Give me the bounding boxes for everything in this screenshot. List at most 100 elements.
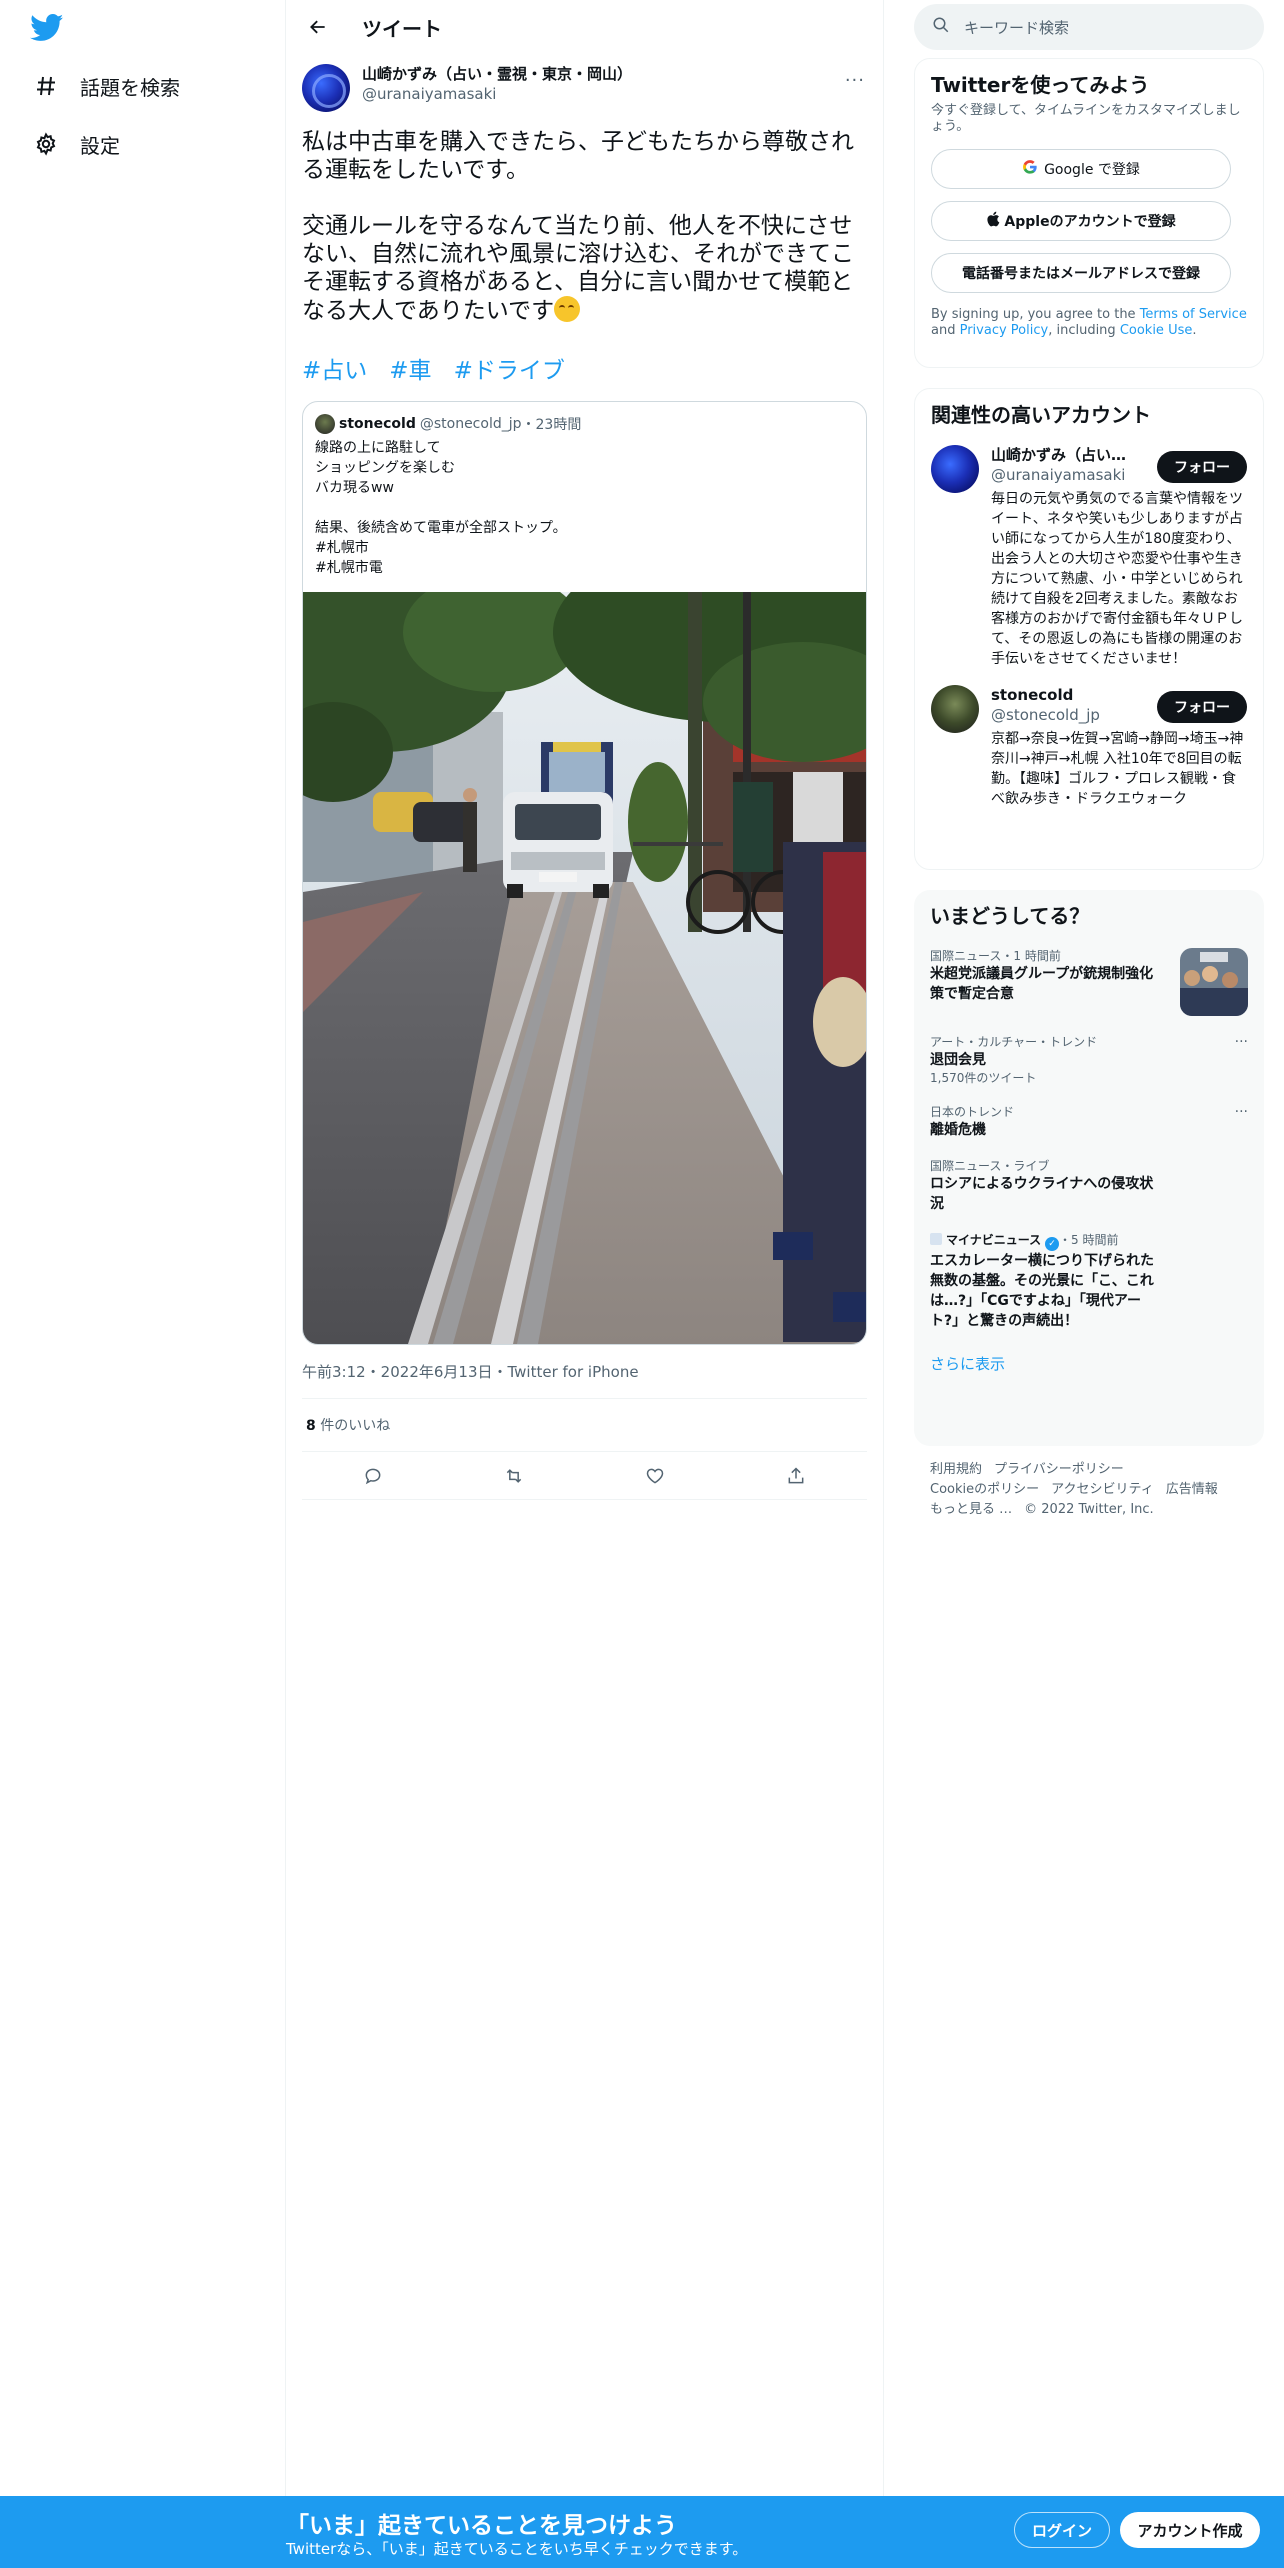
gear-icon bbox=[24, 132, 70, 156]
trend-tweet-count: 1,570件のツイート bbox=[930, 1071, 1037, 1085]
create-account-button[interactable]: アカウント作成 bbox=[1120, 2512, 1260, 2548]
legal-end: . bbox=[1192, 323, 1197, 338]
tweet-detail: 山崎かずみ（占い・霊視・東京・岡山） @uranaiyamasaki ··· 私… bbox=[286, 54, 883, 1500]
footer-link[interactable]: アクセシビリティ bbox=[1051, 1482, 1154, 1497]
page-header: ツイート bbox=[286, 0, 883, 54]
trend-title: エスカレーター横につり下げられた無数の基盤。その光景に「こ、これは…?」「CGで… bbox=[930, 1253, 1154, 1329]
avatar[interactable] bbox=[931, 445, 979, 493]
hashtag-link[interactable]: #ドライブ bbox=[454, 351, 565, 385]
terms-of-service-link[interactable]: Terms of Service bbox=[1140, 307, 1247, 322]
legal-prefix: By signing up, you agree to the bbox=[931, 307, 1140, 322]
show-more-link[interactable]: さらに表示 bbox=[930, 1353, 1248, 1374]
google-signup-button[interactable]: Google で登録 bbox=[931, 149, 1231, 189]
footer-link[interactable]: もっと見る … bbox=[930, 1502, 1012, 1517]
retweet-icon[interactable] bbox=[494, 1456, 534, 1496]
quoted-tweet[interactable]: stonecold @stonecold_jp ・23時間 線路の上に路駐して … bbox=[302, 401, 867, 1345]
reply-icon[interactable] bbox=[353, 1456, 393, 1496]
bottom-bar-subtitle: Twitterなら、「いま」起きていることをいち早くチェックできます。 bbox=[286, 2540, 748, 2558]
copyright: © 2022 Twitter, Inc. bbox=[1024, 1502, 1154, 1517]
related-account[interactable]: 山崎かずみ（占い・霊視・東京・岡山） @uranaiyamasaki 毎日の元気… bbox=[931, 445, 1247, 669]
signup-title: Twitterを使ってみよう bbox=[931, 73, 1150, 97]
related-account[interactable]: stonecold @stonecold_jp 京都→奈良→佐賀→宮崎→静岡→埼… bbox=[931, 685, 1247, 809]
related-account-name[interactable]: stonecold bbox=[991, 685, 1141, 705]
news-source-logo-icon bbox=[930, 1233, 942, 1245]
footer-link[interactable]: Cookieのポリシー bbox=[930, 1482, 1039, 1497]
hashtag-list: #占い #車 #ドライブ bbox=[302, 351, 867, 385]
signup-subtitle: 今すぐ登録して、タイムラインをカスタマイズしましょう。 bbox=[931, 103, 1241, 134]
phone-email-signup-button[interactable]: 電話番号またはメールアドレスで登録 bbox=[931, 253, 1231, 293]
hashtag-icon bbox=[24, 74, 70, 98]
trend-item[interactable]: アート・カルチャー・トレンド 退団会見 1,570件のツイート ··· bbox=[930, 1034, 1248, 1086]
nav-explore-label: 話題を検索 bbox=[80, 75, 180, 100]
main-column: ツイート 山崎かずみ（占い・霊視・東京・岡山） @uranaiyamasaki … bbox=[286, 0, 884, 2568]
signup-prompt-bar: 「いま」起きていることを見つけよう Twitterなら、「いま」起きていることを… bbox=[0, 2496, 1284, 2568]
trend-context: マイナビニュース ✓ ・5 時間前 bbox=[930, 1232, 1248, 1251]
trends-title: いまどうしてる？ bbox=[930, 904, 1090, 928]
trend-context: 日本のトレンド bbox=[930, 1105, 1015, 1119]
related-account-name[interactable]: 山崎かずみ（占い・霊視・東京・岡山） bbox=[991, 445, 1141, 465]
search-input[interactable]: キーワード検索 bbox=[914, 4, 1264, 50]
signup-card: Twitterを使ってみよう 今すぐ登録して、タイムラインをカスタマイズしましょ… bbox=[914, 58, 1264, 368]
quote-photo[interactable] bbox=[303, 592, 866, 1344]
back-arrow-icon[interactable] bbox=[300, 9, 336, 45]
footer-link[interactable]: 広告情報 bbox=[1166, 1482, 1218, 1497]
trend-context: 国際ニュース・ライブ bbox=[930, 1159, 1050, 1173]
smiling-face-emoji-icon bbox=[554, 296, 581, 322]
trend-item[interactable]: マイナビニュース ✓ ・5 時間前 エスカレーター横につり下げられた無数の基盤。そ… bbox=[930, 1232, 1248, 1331]
related-account-bio: 毎日の元気や勇気のでる言葉や情報をツイート、ネタや笑いも少しありますが占い師にな… bbox=[991, 491, 1243, 667]
tweet-text-p1: 私は中古車を購入できたら、子どもたちから尊敬される運転をしたいです。 bbox=[302, 129, 854, 183]
author-name[interactable]: 山崎かずみ（占い・霊視・東京・岡山） bbox=[362, 64, 632, 84]
avatar[interactable] bbox=[302, 64, 350, 112]
cookie-use-link[interactable]: Cookie Use bbox=[1120, 323, 1193, 338]
trend-source-name: マイナビニュース bbox=[946, 1233, 1042, 1247]
related-accounts-card: 関連性の高いアカウント 山崎かずみ（占い・霊視・東京・岡山） @uranaiya… bbox=[914, 388, 1264, 870]
page-title: ツイート bbox=[362, 16, 442, 41]
footer-link[interactable]: プライバシーポリシー bbox=[994, 1462, 1124, 1477]
footer-links: 利用規約 プライバシーポリシー Cookieのポリシー アクセシビリティ 広告情報 も… bbox=[930, 1460, 1260, 1520]
follow-button[interactable]: フォロー bbox=[1157, 451, 1247, 483]
apple-signup-button[interactable]: Appleのアカウントで登録 bbox=[931, 201, 1231, 241]
nav-settings-label: 設定 bbox=[80, 133, 120, 158]
twitter-logo-icon[interactable] bbox=[30, 14, 66, 44]
privacy-policy-link[interactable]: Privacy Policy bbox=[960, 323, 1049, 338]
quote-text: 線路の上に路駐して ショッピングを楽しむ バカ現るww 結果、後続含めて電車が全… bbox=[315, 440, 567, 576]
tweet-actions bbox=[302, 1452, 867, 1500]
more-options-icon[interactable]: ··· bbox=[845, 70, 865, 91]
quote-author-handle: @stonecold_jp bbox=[419, 416, 522, 432]
bottom-bar-title: 「いま」起きていることを見つけよう bbox=[286, 2513, 677, 2539]
login-button[interactable]: ログイン bbox=[1014, 2512, 1110, 2548]
trend-source-time: ・5 時間前 bbox=[1059, 1233, 1119, 1247]
follow-button[interactable]: フォロー bbox=[1157, 691, 1247, 723]
like-heart-icon[interactable] bbox=[635, 1456, 675, 1496]
tweet-author: 山崎かずみ（占い・霊視・東京・岡山） @uranaiyamasaki bbox=[302, 64, 867, 112]
trend-title: ロシアによるウクライナへの侵攻状況 bbox=[930, 1176, 1154, 1212]
trend-title: 離婚危機 bbox=[930, 1122, 986, 1138]
trend-item[interactable]: 日本のトレンド 離婚危機 ··· bbox=[930, 1104, 1248, 1140]
trend-context: アート・カルチャー・トレンド bbox=[930, 1035, 1098, 1049]
likes-count[interactable]: 8 件のいいね bbox=[302, 1399, 867, 1452]
phone-email-signup-label: 電話番号またはメールアドレスで登録 bbox=[962, 266, 1200, 282]
share-icon[interactable] bbox=[776, 1456, 816, 1496]
trend-item[interactable]: 国際ニュース・ライブ ロシアによるウクライナへの侵攻状況 bbox=[930, 1158, 1248, 1214]
google-logo-icon bbox=[1022, 159, 1038, 179]
related-account-bio: 京都→奈良→佐賀→宮崎→静岡→埼玉→神奈川→神戸→札幌 入社10年で8回目の転勤… bbox=[991, 731, 1244, 807]
legal-and: and bbox=[931, 323, 960, 338]
nav-explore[interactable]: 話題を検索 bbox=[24, 58, 264, 114]
trend-item[interactable]: 国際ニュース・1 時間前 米超党派議員グループが銃規制強化策で暫定合意 bbox=[930, 948, 1248, 1016]
left-navigation: 話題を検索 設定 bbox=[0, 0, 286, 2568]
nav-settings[interactable]: 設定 bbox=[24, 116, 264, 172]
more-options-icon[interactable]: ··· bbox=[1235, 1034, 1248, 1050]
hashtag-link[interactable]: #占い bbox=[302, 351, 367, 385]
author-handle[interactable]: @uranaiyamasaki bbox=[362, 84, 632, 104]
more-options-icon[interactable]: ··· bbox=[1235, 1104, 1248, 1120]
quote-time: ・23時間 bbox=[521, 417, 582, 433]
footer-link[interactable]: 利用規約 bbox=[930, 1462, 982, 1477]
related-title: 関連性の高いアカウント bbox=[931, 403, 1151, 427]
tweet-timestamp[interactable]: 午前3:12・2022年6月13日・Twitter for iPhone bbox=[302, 1361, 867, 1399]
hashtag-link[interactable]: #車 bbox=[389, 351, 431, 385]
search-placeholder: キーワード検索 bbox=[964, 18, 1070, 37]
avatar[interactable] bbox=[931, 685, 979, 733]
trend-thumbnail bbox=[1180, 948, 1248, 1016]
legal-including: , including bbox=[1048, 323, 1120, 338]
quote-avatar bbox=[315, 414, 335, 434]
